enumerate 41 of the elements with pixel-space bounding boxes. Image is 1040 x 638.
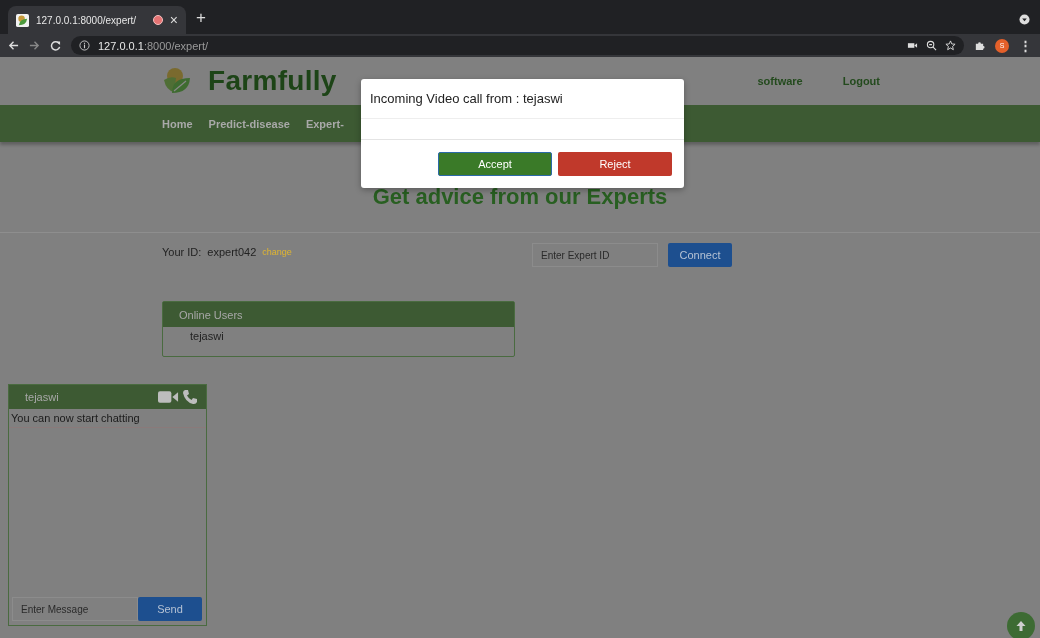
dialog-title: Incoming Video call from : tejaswi [361, 79, 684, 119]
nav-link[interactable]: Home [162, 117, 193, 130]
id-label: Your ID: [162, 246, 202, 258]
scroll-up-button[interactable] [1007, 612, 1035, 638]
nav-link[interactable]: Predict-disease [208, 117, 290, 130]
url-text: 127.0.0.1:8000/expert/ [98, 39, 209, 52]
back-icon[interactable] [8, 40, 19, 51]
video-camera-icon[interactable] [158, 390, 179, 404]
id-value: expert042 [207, 246, 257, 258]
forward-icon[interactable] [29, 40, 40, 51]
leaf-icon [16, 13, 29, 27]
nav-link[interactable]: Expert- [305, 117, 344, 130]
browser-tab[interactable]: 127.0.0.1:8000/expert/ × [8, 6, 186, 34]
new-tab-button[interactable]: + [196, 8, 206, 28]
camera-icon[interactable] [907, 40, 918, 51]
chat-contact-name: tejaswi [25, 391, 59, 403]
panel-title: Online Users [179, 308, 243, 321]
tab-title: 127.0.0.1:8000/expert/ [36, 14, 138, 26]
dialog-button[interactable]: Accept [438, 152, 552, 176]
chat-message: You can now start chatting [9, 409, 206, 428]
phone-icon[interactable] [182, 389, 198, 405]
menu-button[interactable]: ⋮ [1019, 38, 1032, 53]
caret-circle-icon[interactable] [1019, 14, 1030, 25]
address-field[interactable]: 127.0.0.1:8000/expert/ [71, 36, 964, 55]
leaf-logo-icon [162, 66, 192, 96]
zoom-icon[interactable] [926, 40, 937, 51]
info-icon [79, 40, 90, 51]
user-item[interactable]: tejaswi [163, 327, 514, 356]
expert-id-field[interactable]: Enter Expert ID [532, 243, 658, 267]
recording-icon [152, 15, 163, 25]
reload-icon[interactable] [50, 40, 61, 51]
header-link[interactable]: software [757, 75, 803, 87]
star-icon[interactable] [945, 40, 956, 51]
page-heading: Get advice from our Experts [372, 184, 668, 210]
connect-button[interactable]: Connect [668, 243, 732, 267]
header-link[interactable]: Logout [842, 75, 880, 87]
brand-name: Farmfully [208, 65, 337, 97]
close-tab-button[interactable]: × [169, 12, 178, 28]
dialog-button[interactable]: Reject [558, 152, 672, 176]
send-button[interactable]: Send [138, 597, 202, 621]
message-field[interactable]: Enter Message [12, 597, 138, 621]
